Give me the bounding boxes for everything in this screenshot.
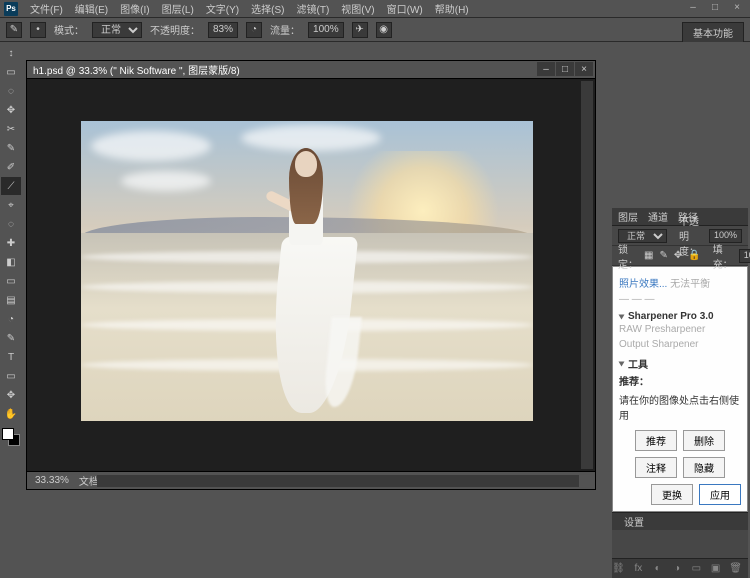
brush-size-dropdown[interactable]: • [30,22,46,38]
group-icon[interactable]: ▭ [691,563,702,574]
flow-value[interactable]: 100% [308,22,344,38]
new-layer-icon[interactable]: ▣ [710,563,721,574]
handle-icon[interactable]: ↕ [1,44,21,62]
link-layers-icon[interactable]: ⛓ [612,563,625,574]
opacity-value[interactable]: 83% [208,22,238,38]
comment-button[interactable]: 注释 [635,457,677,478]
sharpener-section[interactable]: Sharpener Pro 3.0 [628,311,714,322]
lock-position-icon[interactable]: ✥ [674,250,682,261]
menu-filter[interactable]: 滤镜(T) [291,1,336,16]
tool-panel: ↕ ▭ ◌ ✥ ✂ ✎ ✐ ⟋ ⌖ ◌ ✚ ◧ ▭ ▤ ◔ ✎ T ▭ ✥ ✋ [0,42,22,446]
doc-close-button[interactable]: × [575,62,593,76]
delete-button[interactable]: 删除 [683,430,725,451]
replace-button[interactable]: 更换 [651,484,693,505]
flow-label: 流量： [270,22,300,37]
workspace-switcher[interactable]: 基本功能 [682,22,744,43]
doc-minimize-button[interactable]: – [537,62,555,76]
color-swatch[interactable] [2,428,20,446]
healing-tool[interactable]: ✐ [1,158,21,176]
lock-label: 锁定： [618,241,638,271]
mode-label: 模式： [54,22,84,37]
menu-help[interactable]: 帮助(H) [429,1,475,16]
tab-channels[interactable]: 通道 [648,209,668,224]
eyedropper-tool[interactable]: ✎ [1,139,21,157]
mask-icon[interactable]: ◐ [652,563,663,574]
document-titlebar[interactable]: h1.psd @ 33.3% (" Nik Software ", 图层蒙版/8… [27,61,595,79]
doc-maximize-button[interactable]: □ [556,62,574,76]
output-sharpener-item[interactable]: Output Sharpener [619,337,741,352]
canvas[interactable] [81,121,533,421]
menu-edit[interactable]: 编辑(E) [69,1,114,16]
gradient-tool[interactable]: ◧ [1,253,21,271]
lock-pixels-icon[interactable]: ✎ [659,250,667,261]
close-button[interactable]: × [726,0,748,14]
pressure-opacity-icon[interactable]: ◔ [246,22,262,38]
fill-label: 填充： [713,241,733,271]
settings-link[interactable]: 设置 [624,514,644,529]
vertical-scrollbar[interactable] [581,81,593,469]
minimize-button[interactable]: – [682,0,704,14]
window-controls: – □ × [682,0,748,14]
raw-presharpener-item[interactable]: RAW Presharpener [619,322,741,337]
history-brush-tool[interactable]: ◌ [1,215,21,233]
photo-effects-link[interactable]: 照片效果... [619,279,667,290]
zoom-tool[interactable]: ✋ [1,405,21,423]
document-window: h1.psd @ 33.3% (" Nik Software ", 图层蒙版/8… [26,60,596,490]
right-panel-stack: 图层 通道 路径 正常 不透明度： 100% 锁定： ▦ ✎ ✥ 🔒 填充： 1… [610,42,750,567]
tab-layers[interactable]: 图层 [618,209,638,224]
zoom-readout[interactable]: 33.33% [35,475,69,486]
menu-window[interactable]: 窗口(W) [381,1,429,16]
menu-file[interactable]: 文件(F) [24,1,69,16]
opacity-label: 不透明度： [150,22,200,37]
suggest-text: 请在你的图像处点击右侧使用 [619,390,741,424]
pressure-size-icon[interactable]: ◉ [376,22,392,38]
brush-preset-icon[interactable]: ✎ [6,22,22,38]
marquee-tool[interactable]: ◌ [1,82,21,100]
brush-tool[interactable]: ⟋ [1,177,21,195]
menu-select[interactable]: 选择(S) [245,1,290,16]
hide-button[interactable]: 隐藏 [683,457,725,478]
lasso-tool[interactable]: ✥ [1,101,21,119]
menu-type[interactable]: 文字(Y) [200,1,245,16]
menu-view[interactable]: 视图(V) [335,1,380,16]
crop-tool[interactable]: ✂ [1,120,21,138]
tools-section[interactable]: 工具 [628,356,648,371]
adjustment-icon[interactable]: ◑ [671,563,682,574]
blur-tool[interactable]: ▭ [1,272,21,290]
lock-all-icon[interactable]: 🔒 [688,250,700,261]
recommend-button[interactable]: 推荐 [635,430,677,451]
hand-tool[interactable]: ✥ [1,386,21,404]
apply-button[interactable]: 应用 [699,484,741,505]
stamp-tool[interactable]: ⌖ [1,196,21,214]
layer-panel-footer: ⛓ fx ◐ ◑ ▭ ▣ 🗑 [612,558,748,578]
fx-icon[interactable]: fx [633,563,644,574]
pen-tool[interactable]: ◔ [1,310,21,328]
eraser-tool[interactable]: ✚ [1,234,21,252]
type-tool[interactable]: ✎ [1,329,21,347]
maximize-button[interactable]: □ [704,0,726,14]
nik-plugin-panel: 照片效果... 无法平衡 — — — Sharpener Pro 3.0 RAW… [612,266,748,512]
menu-bar: Ps 文件(F) 编辑(E) 图像(I) 图层(L) 文字(Y) 选择(S) 滤… [0,0,750,18]
app-logo: Ps [4,2,18,16]
photo-subject [259,151,349,413]
horizontal-scrollbar[interactable] [97,475,579,487]
menu-layer[interactable]: 图层(L) [156,1,200,16]
options-bar: ✎ • 模式： 正常 不透明度： 83% ◔ 流量： 100% ✈ ◉ [0,18,750,42]
lock-transparency-icon[interactable]: ▦ [644,250,653,261]
trash-icon[interactable]: 🗑 [729,563,742,574]
path-select-tool[interactable]: T [1,348,21,366]
document-title: h1.psd @ 33.3% (" Nik Software ", 图层蒙版/8… [33,62,240,77]
fill-value[interactable]: 100% [739,249,750,263]
move-tool[interactable]: ▭ [1,63,21,81]
blend-mode-select[interactable]: 正常 [92,22,142,38]
shape-tool[interactable]: ▭ [1,367,21,385]
airbrush-icon[interactable]: ✈ [352,22,368,38]
menu-image[interactable]: 图像(I) [114,1,155,16]
dodge-tool[interactable]: ▤ [1,291,21,309]
